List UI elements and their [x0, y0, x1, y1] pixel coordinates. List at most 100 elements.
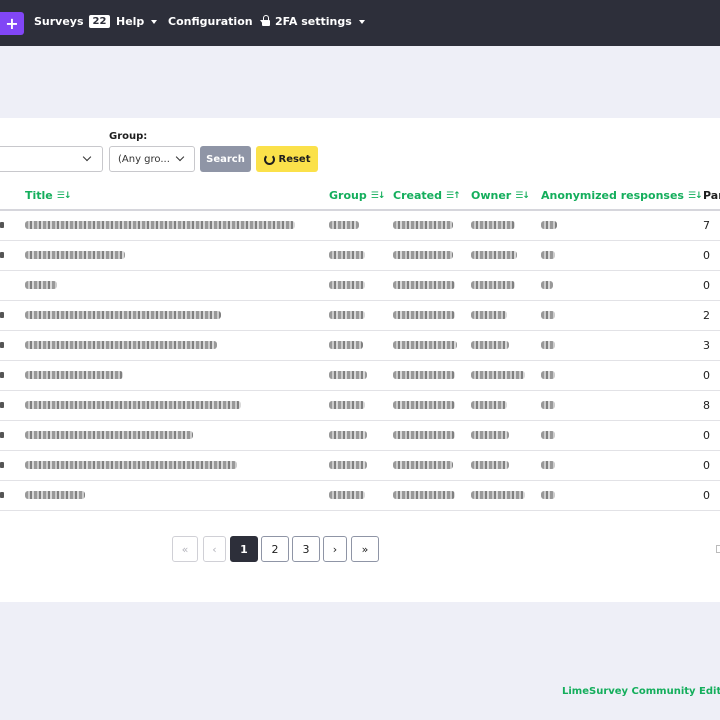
page-size-select[interactable] [716, 545, 720, 553]
column-header-owner-label: Owner [471, 189, 512, 202]
table-row[interactable]: 0 [0, 271, 720, 301]
chevron-down-icon [151, 19, 158, 24]
redacted-group [329, 431, 367, 439]
redacted-owner [471, 491, 525, 499]
table-row[interactable]: 7 [0, 211, 720, 241]
lock-icon [262, 15, 270, 26]
partial-count: 0 [703, 369, 710, 382]
redacted-title [25, 281, 57, 289]
nav-help[interactable]: Help [116, 15, 158, 28]
reset-button[interactable]: Reset [256, 146, 318, 172]
redacted-title [25, 341, 217, 349]
redacted-anonymized [541, 251, 555, 259]
row-checkbox[interactable] [0, 372, 4, 378]
redacted-title [25, 431, 193, 439]
partial-count: 8 [703, 399, 710, 412]
create-survey-button[interactable]: + [0, 12, 24, 35]
column-header-title[interactable]: Title ☰↓ [25, 189, 72, 202]
pagination-prev[interactable]: ‹ [203, 536, 226, 562]
table-row[interactable]: 0 [0, 421, 720, 451]
sort-icon: ☰↓ [515, 190, 530, 201]
sort-icon: ☰↓ [56, 190, 72, 201]
table-row[interactable]: 0 [0, 481, 720, 511]
row-checkbox[interactable] [0, 222, 4, 228]
redacted-group [329, 251, 365, 259]
pagination-first[interactable]: « [172, 536, 198, 562]
row-checkbox[interactable] [0, 432, 4, 438]
redacted-group [329, 221, 359, 229]
group-filter-label: Group: [109, 131, 148, 142]
nav-help-label: Help [116, 15, 145, 28]
partial-count: 0 [703, 279, 710, 292]
column-header-partial[interactable]: Par [703, 189, 720, 202]
partial-count: 0 [703, 489, 710, 502]
search-button[interactable]: Search [200, 146, 251, 172]
redacted-created [393, 401, 455, 409]
group-filter-value: (Any gro... [118, 154, 170, 165]
table-row[interactable]: 3 [0, 331, 720, 361]
column-header-owner[interactable]: Owner ☰↓ [471, 189, 530, 202]
table-row[interactable]: 0 [0, 361, 720, 391]
nav-surveys[interactable]: Surveys 22 [34, 15, 111, 28]
redacted-created [393, 221, 453, 229]
nav-configuration[interactable]: Configuration [168, 15, 266, 28]
redacted-owner [471, 371, 525, 379]
row-checkbox[interactable] [0, 462, 4, 468]
footer-brand-link[interactable]: LimeSurvey Community Edition [562, 686, 720, 697]
pagination-last[interactable]: » [351, 536, 379, 562]
redacted-group [329, 341, 363, 349]
redacted-title [25, 221, 295, 229]
pagination-page-2[interactable]: 2 [261, 536, 289, 562]
partial-count: 0 [703, 459, 710, 472]
redacted-created [393, 281, 455, 289]
redacted-owner [471, 311, 507, 319]
redacted-created [393, 371, 455, 379]
redacted-anonymized [541, 431, 555, 439]
sort-icon: ☰↓ [370, 190, 386, 201]
redacted-group [329, 281, 365, 289]
pagination-next[interactable]: › [323, 536, 347, 562]
partial-count: 7 [703, 219, 710, 232]
row-checkbox[interactable] [0, 342, 4, 348]
redacted-owner [471, 341, 509, 349]
redacted-title [25, 401, 241, 409]
table-row[interactable]: 0 [0, 241, 720, 271]
column-header-title-label: Title [25, 189, 53, 202]
redacted-group [329, 401, 365, 409]
column-header-created-label: Created [393, 189, 442, 202]
chevron-down-icon [175, 152, 185, 162]
chevron-down-icon [358, 19, 365, 24]
table-row[interactable]: 2 [0, 301, 720, 331]
row-checkbox[interactable] [0, 492, 4, 498]
nav-2fa-settings[interactable]: 2FA settings [262, 15, 365, 28]
row-checkbox[interactable] [0, 402, 4, 408]
nav-configuration-label: Configuration [168, 15, 253, 28]
redacted-created [393, 491, 455, 499]
table-row[interactable]: 0 [0, 451, 720, 481]
redacted-group [329, 311, 365, 319]
redacted-owner [471, 431, 509, 439]
column-header-partial-label: Par [703, 189, 720, 202]
column-header-group[interactable]: Group ☰↓ [329, 189, 386, 202]
surveys-count-badge: 22 [88, 15, 111, 28]
redacted-owner [471, 401, 507, 409]
redacted-group [329, 371, 367, 379]
redacted-title [25, 461, 237, 469]
redacted-created [393, 461, 453, 469]
column-header-created[interactable]: Created ☰↑ [393, 189, 461, 202]
pagination-page-3[interactable]: 3 [292, 536, 320, 562]
partial-count: 3 [703, 339, 710, 352]
redacted-created [393, 431, 455, 439]
state-filter-select[interactable] [0, 146, 103, 172]
row-checkbox[interactable] [0, 252, 4, 258]
redacted-created [393, 311, 455, 319]
redacted-anonymized [541, 311, 555, 319]
pagination-page-1[interactable]: 1 [230, 536, 258, 562]
redacted-anonymized [541, 341, 555, 349]
row-checkbox[interactable] [0, 312, 4, 318]
table-row[interactable]: 8 [0, 391, 720, 421]
group-filter-select[interactable]: (Any gro... [109, 146, 195, 172]
redacted-title [25, 371, 123, 379]
partial-count: 0 [703, 429, 710, 442]
column-header-anonymized[interactable]: Anonymized responses ☰↓ [541, 189, 703, 202]
